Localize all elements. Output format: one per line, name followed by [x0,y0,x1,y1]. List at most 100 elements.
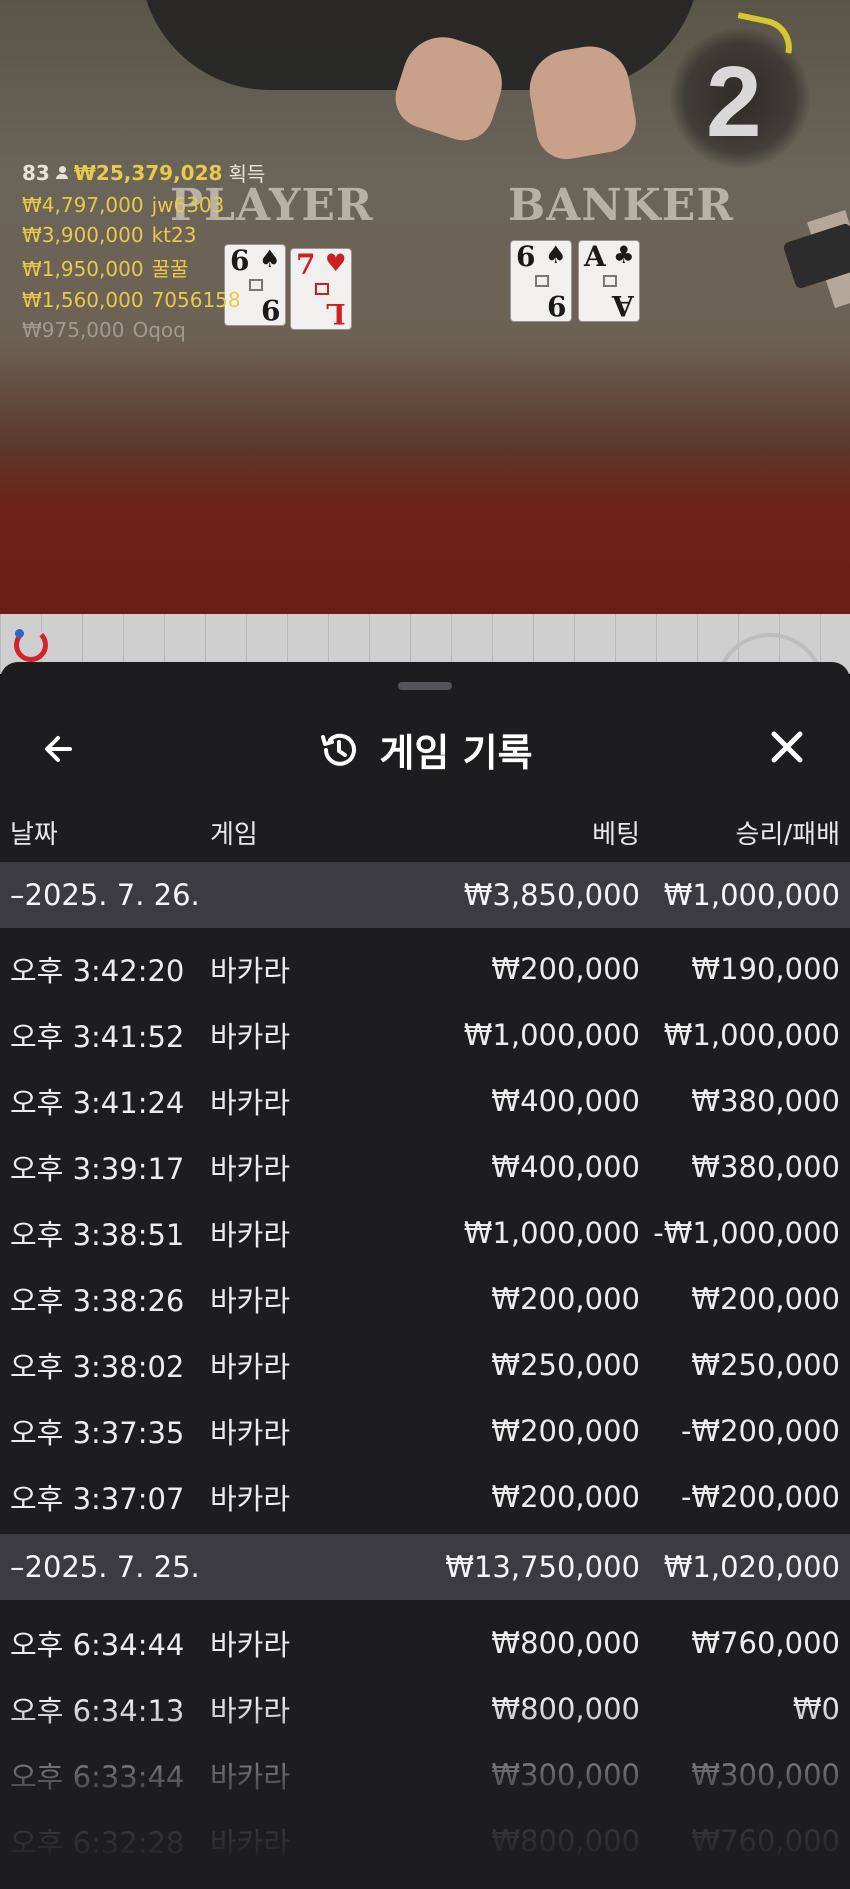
history-row[interactable]: 오후 3:41:24 바카라 ₩400,000 ₩380,000 [0,1068,850,1134]
day-result-total: ₩1,000,000 [663,878,840,912]
history-row[interactable]: 오후 3:42:20 바카라 ₩200,000 ₩190,000 [0,936,850,1002]
column-date: 날짜 [10,820,58,850]
row-time: 오후 3:38:51 [10,1218,185,1252]
history-row[interactable]: 오후 3:39:17 바카라 ₩400,000 ₩380,000 [0,1134,850,1200]
close-icon [771,731,803,763]
row-bet: ₩300,000 [491,1758,640,1792]
card-rank: 6 [516,240,536,273]
card-rank-bottom: A [612,289,634,322]
row-bet: ₩400,000 [491,1150,640,1184]
sheet-drag-handle[interactable] [398,682,452,690]
row-game: 바카라 [210,954,291,988]
leaderboard-row: ₩4,797,000 jw6303 [22,193,265,217]
row-game: 바카라 [210,1416,291,1450]
row-time: 오후 3:38:26 [10,1284,185,1318]
leader-name: 7056158 [151,288,241,312]
banker-label: BANKER [508,180,734,231]
day-bet-total: ₩13,750,000 [445,1550,640,1584]
row-bet: ₩800,000 [491,1626,640,1660]
leader-name: jw6303 [151,193,225,217]
day-date: –2025. 7. 25. [10,1550,200,1584]
row-bet: ₩800,000 [491,1824,640,1858]
day-bet-total: ₩3,850,000 [463,878,640,912]
leaderboard-row: ₩1,560,000 7056158 [22,288,265,312]
winners-total: ₩25,379,028 [73,160,223,185]
row-result: ₩380,000 [691,1084,840,1118]
row-time: 오후 3:39:17 [10,1152,185,1186]
leader-amount: ₩4,797,000 [22,193,144,217]
row-game: 바카라 [210,1020,291,1054]
leader-name: 꿀꿀 [151,257,189,281]
row-time: 오후 6:32:28 [10,1826,185,1860]
row-result: ₩250,000 [691,1348,840,1382]
card-rank: 7 [296,248,316,281]
person-icon [55,165,68,180]
sheet-title: 게임 기록 [379,731,533,775]
column-bet: 베팅 [592,820,640,850]
leader-name: kt23 [151,223,197,247]
day-result-total: ₩1,020,000 [663,1550,840,1584]
history-row[interactable]: 오후 6:34:44 바카라 ₩800,000 ₩760,000 [0,1610,850,1676]
card-rank: A [584,240,606,273]
leaderboard-row: ₩3,900,000 kt23 [22,223,265,247]
history-row[interactable]: 오후 3:41:52 바카라 ₩1,000,000 ₩1,000,000 [0,1002,850,1068]
player-card-2: 7 ♥ L [290,248,352,330]
row-game: 바카라 [210,1628,291,1662]
row-time: 오후 3:41:24 [10,1086,185,1120]
row-bet: ₩200,000 [491,1480,640,1514]
row-result: ₩190,000 [691,952,840,986]
history-row[interactable]: 오후 3:37:35 바카라 ₩200,000 -₩200,000 [0,1398,850,1464]
row-time: 오후 3:42:20 [10,954,185,988]
row-result: ₩380,000 [691,1150,840,1184]
row-result: ₩760,000 [691,1626,840,1660]
row-result: -₩200,000 [680,1414,840,1448]
day-date: –2025. 7. 26. [10,878,200,912]
row-game: 바카라 [210,1826,291,1860]
banker-card-1: 6 ♠ 9 [510,240,572,322]
history-row[interactable]: 오후 6:32:28 바카라 ₩800,000 ₩760,000 [0,1808,850,1874]
leader-name: Oqoq [132,318,186,342]
row-time: 오후 3:37:07 [10,1482,185,1516]
history-row[interactable]: 오후 6:33:44 바카라 ₩300,000 ₩300,000 [0,1742,850,1808]
leader-amount: ₩1,950,000 [22,257,144,281]
row-bet: ₩800,000 [491,1692,640,1726]
close-button[interactable] [764,724,810,770]
winners-leaderboard: 83 ₩25,379,028 획득 ₩4,797,000 jw6303 ₩3,90… [22,158,265,343]
card-rank-bottom: L [326,297,346,330]
provider-logo-icon [14,628,48,662]
history-row[interactable]: 오후 6:34:13 바카라 ₩800,000 ₩0 [0,1676,850,1742]
history-list: –2025. 7. 26. ₩3,850,000 ₩1,000,000 오후 3… [0,862,850,1874]
row-game: 바카라 [210,1482,291,1516]
club-icon: ♣ [613,241,635,269]
sheet-header: 게임 기록 [0,702,850,792]
row-result: ₩0 [792,1692,840,1726]
row-game: 바카라 [210,1760,291,1794]
countdown-number: 2 [706,46,762,158]
day-summary-row[interactable]: –2025. 7. 26. ₩3,850,000 ₩1,000,000 [0,862,850,928]
row-bet: ₩1,000,000 [463,1216,640,1250]
winners-summary: 83 ₩25,379,028 획득 [22,158,265,187]
history-row[interactable]: 오후 3:38:02 바카라 ₩250,000 ₩250,000 [0,1332,850,1398]
sheet-title-group: 게임 기록 [0,722,850,777]
row-time: 오후 6:34:44 [10,1628,185,1662]
row-bet: ₩250,000 [491,1348,640,1382]
history-row[interactable]: 오후 3:38:26 바카라 ₩200,000 ₩200,000 [0,1266,850,1332]
leader-amount: ₩3,900,000 [22,223,144,247]
row-bet: ₩1,000,000 [463,1018,640,1052]
row-game: 바카라 [210,1694,291,1728]
history-row[interactable]: 오후 3:38:51 바카라 ₩1,000,000 -₩1,000,000 [0,1200,850,1266]
row-time: 오후 6:34:13 [10,1694,185,1728]
history-row[interactable]: 오후 3:37:07 바카라 ₩200,000 -₩200,000 [0,1464,850,1530]
row-time: 오후 6:33:44 [10,1760,185,1794]
row-game: 바카라 [210,1350,291,1384]
row-time: 오후 3:41:52 [10,1020,185,1054]
row-bet: ₩200,000 [491,952,640,986]
row-result: -₩1,000,000 [653,1216,840,1250]
row-bet: ₩400,000 [491,1084,640,1118]
day-summary-row[interactable]: –2025. 7. 25. ₩13,750,000 ₩1,020,000 [0,1534,850,1600]
row-bet: ₩200,000 [491,1414,640,1448]
row-result: ₩760,000 [691,1824,840,1858]
row-game: 바카라 [210,1284,291,1318]
banker-card-2: A ♣ A [578,240,640,322]
spade-icon: ♠ [545,241,567,269]
